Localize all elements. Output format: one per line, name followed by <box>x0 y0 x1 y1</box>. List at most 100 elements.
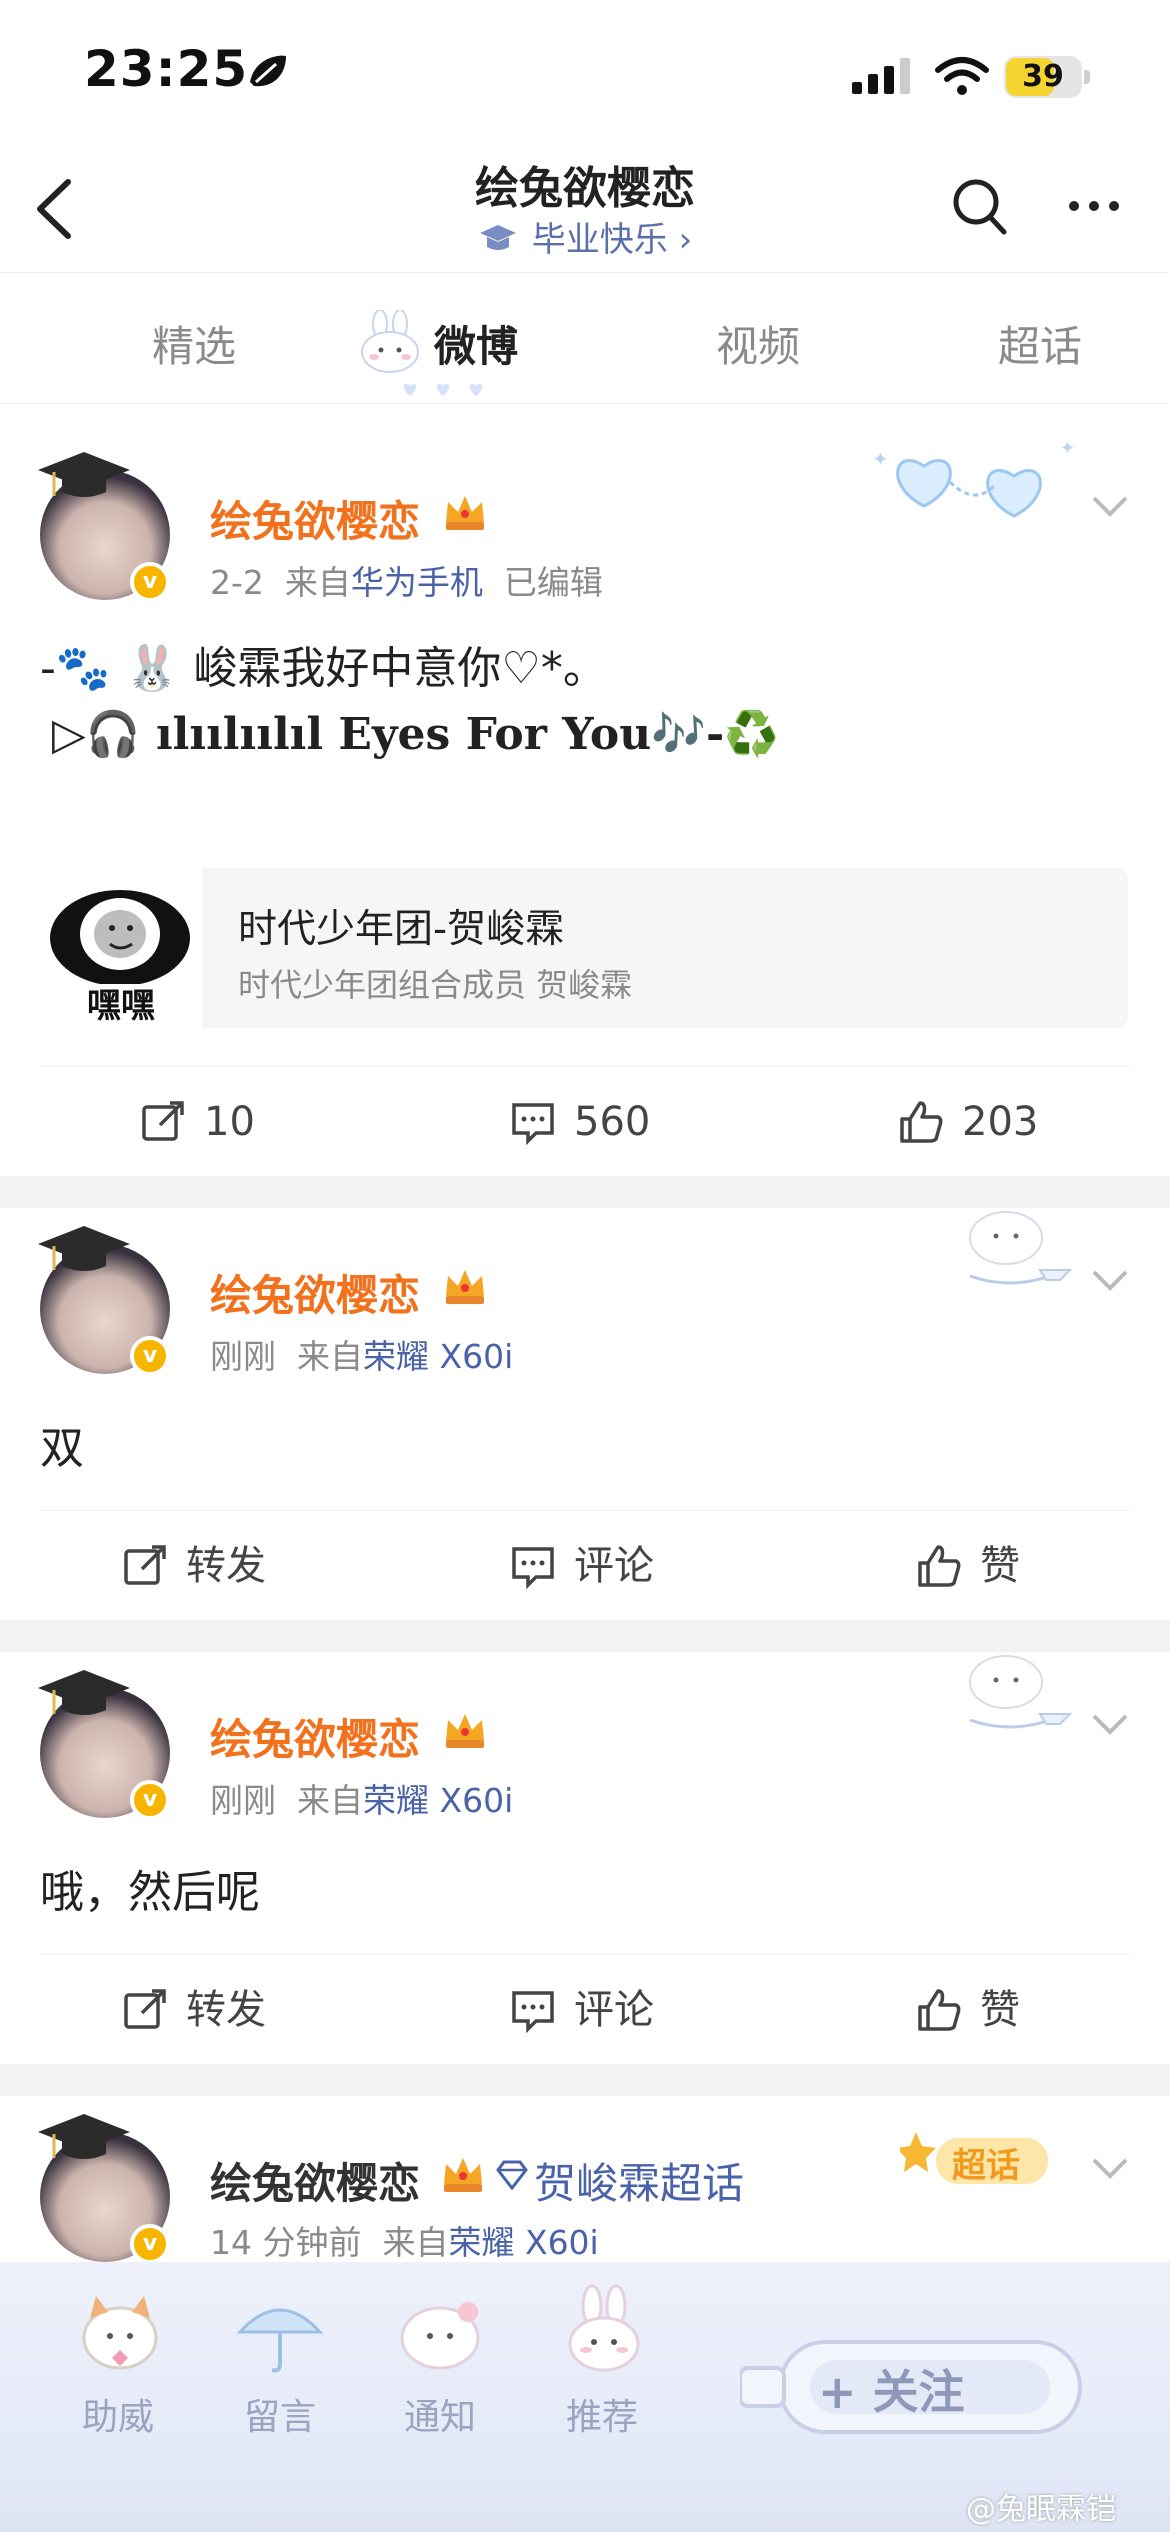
focus-leaf-icon <box>250 55 286 87</box>
post-source[interactable]: 荣耀 X60i <box>448 2223 598 2262</box>
username[interactable]: 绘兔欲樱恋 <box>210 1262 420 1323</box>
verified-badge-icon: v <box>130 1336 170 1376</box>
more-options-icon[interactable] <box>1066 196 1122 216</box>
search-icon[interactable] <box>950 176 1010 238</box>
tab-featured[interactable]: 精选 <box>152 313 236 374</box>
post-text-line-1: -🐾 🐰 峻霖我好中意你♡*。 <box>40 643 607 694</box>
thumbs-up-icon <box>900 1101 943 1143</box>
post-actions: 10 560 203 <box>40 1066 1130 1176</box>
heart-locks-decoration: ✦ ✦ <box>872 438 1075 518</box>
username[interactable]: 绘兔欲樱恋 <box>210 488 420 549</box>
source-prefix: 来自 <box>382 2223 449 2262</box>
comment-label: 评论 <box>574 1987 654 2033</box>
crown-vip-icon <box>444 2158 482 2192</box>
profile-tabs: 精选 微博 视频 超话 <box>0 272 1170 404</box>
repost-label: 转发 <box>186 1543 266 1589</box>
watermark: @兔眠霖铠 <box>966 2492 1116 2527</box>
comment-icon <box>512 1547 554 1589</box>
umbrella-icon <box>236 2308 324 2373</box>
divider <box>0 2064 1170 2096</box>
post-meta: 刚刚 来自荣耀 X60i <box>210 1774 513 1822</box>
post-actions: 转发 评论 赞 <box>40 1954 1130 2064</box>
repost-icon <box>124 1545 166 1585</box>
crown-vip-icon <box>446 1714 484 1748</box>
post-text: 双 <box>40 1423 84 1474</box>
bunny-boat-decoration <box>969 1655 1073 1729</box>
panda-meme-icon <box>50 890 190 984</box>
follow-button[interactable]: + 关注 <box>818 2356 965 2422</box>
card-thumbnail: 嘿嘿 <box>40 868 202 1028</box>
post-source[interactable]: 荣耀 X60i <box>363 1781 513 1820</box>
chevron-down-icon[interactable] <box>1090 1712 1130 1736</box>
notify-bunny-icon <box>400 2302 480 2370</box>
card-title: 时代少年团-贺峻霖 <box>238 907 565 952</box>
post-source[interactable]: 华为手机 <box>351 563 483 602</box>
avatar[interactable]: v <box>38 2114 170 2264</box>
comment-label: 评论 <box>574 1543 654 1589</box>
graduation-hat-icon <box>38 2114 130 2159</box>
repost-label: 转发 <box>186 1987 266 2033</box>
post-meta: 14 分钟前 来自荣耀 X60i <box>210 2216 599 2264</box>
post-time: 刚刚 <box>210 1337 276 1376</box>
edited-label: 已编辑 <box>503 563 603 602</box>
source-prefix: 来自 <box>296 1337 363 1376</box>
like-label: 赞 <box>980 1987 1020 2033</box>
tab-hearts-decoration <box>403 383 483 396</box>
comment-icon <box>512 1991 554 2033</box>
crown-vip-icon <box>446 1270 484 1304</box>
bunny-boat-decoration <box>969 1211 1073 1285</box>
graduation-hat-icon <box>38 1226 130 1271</box>
post-text-line-2: ▷🎧 ılıılıılıl Eyes For You🎶-♻️ <box>52 709 780 760</box>
super-topic-sticker: 超话 <box>900 2126 1060 2196</box>
bunny-sticker-icon <box>361 310 419 373</box>
super-topic-link[interactable]: 贺峻霖超话 <box>534 2150 744 2211</box>
svg-text:✦: ✦ <box>1060 438 1075 459</box>
post-time: 刚刚 <box>210 1781 276 1820</box>
chevron-down-icon[interactable] <box>1090 2156 1130 2180</box>
post-time: 14 分钟前 <box>210 2223 362 2262</box>
cheer-button[interactable]: 助威 <box>82 2388 154 2440</box>
username[interactable]: 绘兔欲樱恋 <box>210 2150 420 2211</box>
thumbs-up-icon <box>918 1989 961 2031</box>
chevron-down-icon[interactable] <box>1090 494 1130 518</box>
svg-text:✦: ✦ <box>872 447 889 471</box>
battery-level: 39 <box>1022 59 1064 94</box>
chevron-down-icon[interactable] <box>1090 1268 1130 1292</box>
post-source[interactable]: 荣耀 X60i <box>363 1337 513 1376</box>
cheer-cat-icon <box>82 2296 158 2370</box>
avatar[interactable]: v <box>38 1226 170 1376</box>
thumbs-up-icon <box>918 1545 961 1587</box>
like-label: 赞 <box>980 1543 1020 1589</box>
recommend-bunny-icon <box>568 2284 640 2372</box>
graduation-cap-icon <box>479 225 516 250</box>
tab-super-topic[interactable]: 超话 <box>998 313 1082 374</box>
post-meta: 2-2 来自华为手机 已编辑 <box>210 556 603 604</box>
message-button[interactable]: 留言 <box>244 2388 316 2440</box>
chevron-right-icon: › <box>678 220 693 260</box>
post-time: 2-2 <box>210 563 264 602</box>
wifi-icon <box>935 57 989 95</box>
avatar[interactable]: v <box>38 452 170 602</box>
tab-weibo[interactable]: 微博 <box>434 313 518 374</box>
tab-video[interactable]: 视频 <box>716 313 800 374</box>
repost-count: 10 <box>204 1099 255 1145</box>
verified-badge-icon: v <box>130 2224 170 2264</box>
username[interactable]: 绘兔欲樱恋 <box>210 1706 420 1767</box>
card-thumb-caption: 嘿嘿 <box>87 986 155 1026</box>
card-description: 时代少年团组合成员 贺峻霖 <box>238 966 633 1004</box>
post-meta: 刚刚 来自荣耀 X60i <box>210 1330 513 1378</box>
verified-badge-icon: v <box>130 1780 170 1820</box>
divider <box>0 1620 1170 1652</box>
graduation-hat-icon <box>38 1670 130 1715</box>
cellular-signal-icon <box>852 58 910 94</box>
like-count: 203 <box>962 1099 1039 1145</box>
divider <box>0 1176 1170 1208</box>
recommend-button[interactable]: 推荐 <box>566 2388 638 2440</box>
comment-icon <box>512 1103 554 1145</box>
source-prefix: 来自 <box>296 1781 363 1820</box>
notify-button[interactable]: 通知 <box>404 2388 476 2440</box>
link-card[interactable]: 嘿嘿 时代少年团-贺峻霖 时代少年团组合成员 贺峻霖 <box>40 868 1128 1028</box>
avatar[interactable]: v <box>38 1670 170 1820</box>
source-prefix: 来自 <box>284 563 351 602</box>
post-actions: 转发 评论 赞 <box>40 1510 1130 1620</box>
